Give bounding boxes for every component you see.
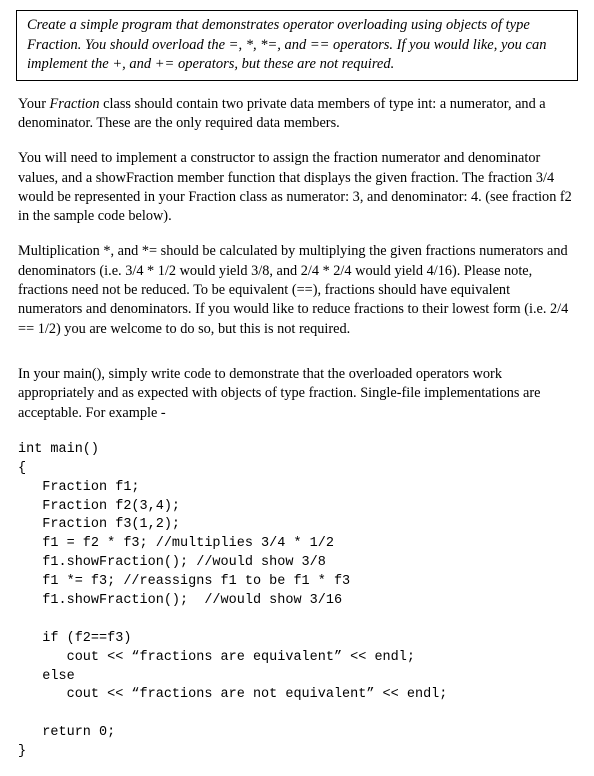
para3-text: Multiplication *, and *= should be calcu… bbox=[18, 243, 568, 336]
assignment-body: Your Fraction class should contain two p… bbox=[0, 95, 594, 776]
para1-fraction-word: Fraction bbox=[50, 96, 100, 112]
para2-text: You will need to implement a constructor… bbox=[18, 150, 572, 224]
assignment-box: Create a simple program that demonstrate… bbox=[16, 10, 578, 81]
paragraph-3: Multiplication *, and *= should be calcu… bbox=[18, 242, 576, 338]
paragraph-1: Your Fraction class should contain two p… bbox=[18, 95, 576, 134]
box-text: Create a simple program that demonstrate… bbox=[27, 17, 546, 72]
paragraph-4: In your main(), simply write code to dem… bbox=[18, 365, 576, 423]
para4-text: In your main(), simply write code to dem… bbox=[18, 366, 540, 421]
para1-lead: Your bbox=[18, 96, 50, 112]
code-sample: int main() { Fraction f1; Fraction f2(3,… bbox=[18, 441, 576, 762]
paragraph-2: You will need to implement a constructor… bbox=[18, 149, 576, 226]
